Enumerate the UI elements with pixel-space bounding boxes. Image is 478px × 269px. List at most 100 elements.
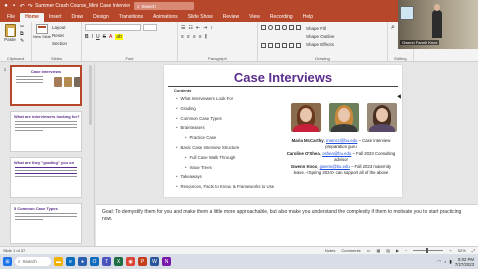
tab-insert[interactable]: Insert [44,13,67,22]
shape-effects-button[interactable]: Shape Effects [306,41,335,48]
reading-view-icon[interactable]: ▤ [386,248,390,253]
powerpoint-icon[interactable]: P [138,257,147,266]
oval-shape-icon[interactable] [268,25,273,30]
start-icon[interactable]: ⊞ [3,257,12,266]
columns-icon[interactable]: ⫼ [205,34,207,40]
tab-file[interactable]: File [2,13,20,22]
thumbnail-row[interactable]: 1 Case Interviews [0,65,94,106]
file-explorer-icon[interactable]: ▬ [54,257,63,266]
tab-view[interactable]: View [244,13,265,22]
zoom-level[interactable]: 52% [458,248,466,253]
chrome-icon[interactable]: ◉ [126,257,135,266]
tab-review[interactable]: Review [218,13,244,22]
star-shape-icon[interactable] [268,43,273,48]
normal-view-icon[interactable]: ▭ [367,248,371,253]
slide-thumbnail[interactable]: Case Interviews [10,65,82,106]
bullets-icon[interactable]: ☰ [181,25,185,31]
numbering-icon[interactable]: ☷ [188,25,192,31]
reset-button[interactable]: Reset [52,32,67,39]
increase-indent-icon[interactable]: ⇥ [203,25,207,31]
zoom-slider-knob[interactable] [426,248,429,253]
font-name-select[interactable] [85,24,141,31]
presenter-photo[interactable] [329,103,359,132]
save-icon[interactable]: ▪ [11,3,17,10]
redo-icon[interactable]: ↷ [27,3,33,10]
arrow-shape-icon[interactable] [296,25,301,30]
undo-icon[interactable]: ↶ [19,3,25,10]
more-shapes-icon[interactable] [296,43,301,48]
zoom-out-icon[interactable]: − [405,248,407,253]
italic-button[interactable]: I [92,34,93,40]
highlight-icon[interactable]: ab [115,34,123,40]
slide-thumbnail[interactable]: What are interviewers looking for? [10,111,82,152]
section-button[interactable]: Section [52,40,67,47]
strikethrough-button[interactable]: S [103,34,106,40]
align-left-icon[interactable]: ≡ [181,34,184,40]
align-center-icon[interactable]: ≡ [187,34,190,40]
zoom-slider[interactable] [413,248,444,253]
volume-icon[interactable]: ♪ [444,259,446,264]
tab-slide-show[interactable]: Slide Show [183,13,218,22]
underline-button[interactable]: U [96,34,100,40]
slide-thumbnail[interactable]: What are they "grading" you on [10,157,82,198]
clock[interactable]: 5:02 PM 7/27/2023 [455,257,474,267]
format-painter-icon[interactable]: ✎ [20,38,24,44]
word-icon[interactable]: W [150,257,159,266]
tab-help[interactable]: Help [298,13,318,22]
line-shape-icon[interactable] [289,25,294,30]
new-slide-button[interactable]: New Slide [33,24,51,47]
copy-icon[interactable]: ⧉ [20,31,24,37]
notes-button[interactable]: Notes [325,248,335,253]
teams-icon[interactable]: T [102,257,111,266]
slideshow-icon[interactable]: ▶ [396,248,399,253]
thumbnail-row[interactable]: What are interviewers looking for? [0,111,94,152]
zoom-app-icon[interactable]: ● [78,257,87,266]
edge-icon[interactable]: e [66,257,75,266]
current-slide[interactable]: Case Interviews Contents • What Interview… [164,65,402,197]
thumbnail-scrollbar[interactable] [89,65,92,125]
wifi-icon[interactable]: ◠ [437,259,441,265]
thumbnail-row[interactable]: What are they "grading" you on [0,157,94,198]
shapes-gallery[interactable] [261,25,302,60]
thumbnail-row[interactable]: 5 Common Case Types [0,203,94,244]
align-right-icon[interactable]: ≡ [193,34,196,40]
shape-outline-button[interactable]: Shape Outline [306,33,335,40]
slide-sorter-icon[interactable]: ▦ [376,248,380,253]
tab-transitions[interactable]: Transitions [114,13,148,22]
line-spacing-icon[interactable]: ↕ [210,25,213,31]
font-size-select[interactable] [143,24,157,31]
bold-button[interactable]: B [85,34,89,40]
layout-button[interactable]: Layout [52,24,67,31]
tab-recording[interactable]: Recording [265,13,298,22]
tab-design[interactable]: Design [88,13,114,22]
webcam-video-overlay[interactable]: Gwenn Farrell Knox [398,0,478,49]
outlook-icon[interactable]: O [90,257,99,266]
battery-icon[interactable]: ▮ [449,259,451,265]
paste-button[interactable]: Paste [3,24,17,44]
decrease-indent-icon[interactable]: ⇤ [196,25,200,31]
fit-to-window-icon[interactable]: ⤢ [472,248,475,253]
table-of-contents[interactable]: • What Interviewers Look For • Grading • Co… [176,96,274,194]
cut-icon[interactable]: ✂ [20,24,24,30]
shape-fill-button[interactable]: Shape Fill [306,25,335,32]
callout-shape-icon[interactable] [282,43,287,48]
zoom-in-icon[interactable]: + [449,248,451,253]
rounded-rectangle-shape-icon[interactable] [282,25,287,30]
slide-title[interactable]: Case Interviews [164,70,402,85]
presenter-email-link[interactable]: oshea@bu.edu [322,151,351,156]
textbox-shape-icon[interactable] [275,25,280,30]
bracket-shape-icon[interactable] [289,43,294,48]
speaker-notes[interactable]: Goal: To demystify them for you and make… [96,204,478,246]
rectangle-shape-icon[interactable] [261,25,266,30]
taskbar-search[interactable]: ⌕ Search [15,257,51,266]
brace-shape-icon[interactable] [275,43,280,48]
triangle-shape-icon[interactable] [261,43,266,48]
tab-draw[interactable]: Draw [66,13,88,22]
font-color-icon[interactable]: A [109,34,112,40]
slide-thumbnail[interactable]: 5 Common Case Types [10,203,82,244]
search-box[interactable]: ⌕ Search [134,2,194,10]
slide-thumbnail-pane[interactable]: 1 Case Interviews What are interviewers … [0,63,95,257]
tab-home[interactable]: Home [20,13,44,22]
comments-button[interactable]: Comments [341,248,360,253]
presenter-email-link[interactable]: gwenn@bu.edu [320,164,350,169]
